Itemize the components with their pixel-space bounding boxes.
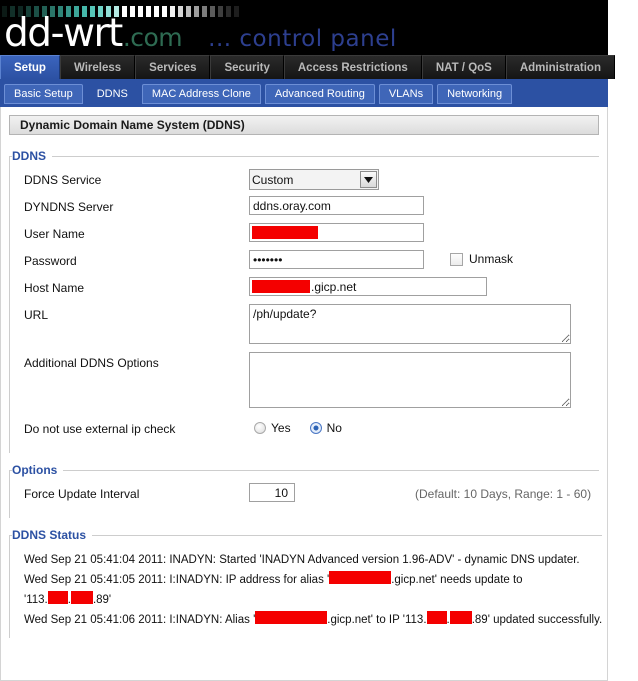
row-additional-options: Additional DDNS Options — [10, 352, 599, 408]
user-name-input[interactable] — [249, 223, 424, 242]
ddns-section-legend: DDNS — [12, 149, 47, 163]
row-dyndns-server: DYNDNS Server — [10, 196, 599, 223]
redacted-text — [255, 611, 328, 624]
row-url: URL /ph/update? — [10, 304, 599, 344]
ddns-section: DDNS DDNS Service Custom DYNDNS Server d… — [9, 149, 599, 453]
radio-yes-label: Yes — [271, 421, 291, 435]
sub-tab-ddns[interactable]: DDNS — [86, 84, 138, 104]
sub-tab-vlans[interactable]: VLANs — [378, 84, 434, 104]
ddns-service-select[interactable]: Custom — [249, 169, 379, 190]
sub-tab-advanced-routing[interactable]: Advanced Routing — [264, 84, 375, 104]
status-log-line: Wed Sep 21 05:41:06 2011: I:INADYN: Alia… — [24, 610, 602, 630]
external-ip-check-yes[interactable]: Yes — [249, 421, 291, 435]
options-section-legend: Options — [12, 463, 58, 477]
force-update-interval-hint: (Default: 10 Days, Range: 1 - 60) — [415, 487, 592, 501]
unmask-checkbox-group[interactable]: Unmask — [444, 250, 513, 266]
host-name-input[interactable]: .gicp.net — [249, 277, 487, 296]
sub-tab-mac-address-clone[interactable]: MAC Address Clone — [141, 84, 261, 104]
row-force-update-interval: Force Update Interval (Default: 10 Days,… — [10, 483, 599, 510]
content-area: Dynamic Domain Name System (DDNS) DDNS D… — [0, 107, 608, 681]
unmask-checkbox[interactable] — [450, 252, 463, 266]
host-name-suffix: .gicp.net — [311, 279, 357, 294]
row-user-name: User Name — [10, 223, 599, 250]
redacted-text — [329, 571, 392, 584]
url-label: URL — [24, 308, 49, 322]
logo-main-text: dd-wrt — [4, 11, 123, 55]
user-name-label: User Name — [24, 227, 85, 241]
main-tab-administration[interactable]: Administration — [505, 55, 615, 79]
redacted-username — [252, 226, 318, 239]
ddns-status-legend: DDNS Status — [12, 528, 87, 542]
ddns-status-log: Wed Sep 21 05:41:04 2011: INADYN: Starte… — [10, 548, 602, 630]
main-tab-setup[interactable]: Setup — [0, 55, 60, 79]
sub-tab-bar: Basic Setup DDNS MAC Address Clone Advanced… — [0, 81, 608, 107]
row-ddns-service: DDNS Service Custom — [10, 169, 599, 196]
external-ip-check-radios: Yes No — [249, 418, 356, 435]
main-tab-access-restrictions[interactable]: Access Restrictions — [283, 55, 422, 79]
status-log-line: Wed Sep 21 05:41:04 2011: INADYN: Starte… — [24, 554, 580, 566]
sub-tab-basic-setup[interactable]: Basic Setup — [4, 84, 83, 104]
redacted-text — [70, 591, 93, 604]
radio-no[interactable] — [309, 422, 322, 434]
logo-tld-text: .com — [122, 23, 183, 52]
force-update-interval-label: Force Update Interval — [24, 487, 140, 501]
external-ip-check-no[interactable]: No — [305, 421, 342, 435]
additional-options-label: Additional DDNS Options — [24, 356, 159, 370]
row-host-name: Host Name .gicp.net — [10, 277, 599, 304]
host-name-label: Host Name — [24, 281, 85, 295]
main-tab-nat-qos[interactable]: NAT / QoS — [421, 55, 506, 79]
main-tab-bar: Setup Wireless Services Security Access Rest… — [0, 55, 615, 81]
redacted-text — [426, 611, 447, 624]
redacted-text — [47, 591, 68, 604]
redacted-text — [449, 611, 472, 624]
sub-tab-networking[interactable]: Networking — [437, 84, 513, 104]
password-label: Password — [24, 254, 77, 268]
logo-tagline-text: ... control panel — [208, 26, 397, 52]
main-tab-services[interactable]: Services — [135, 55, 211, 79]
redacted-hostname — [252, 280, 310, 293]
status-log-line: '113.. .89' — [24, 590, 602, 610]
external-ip-check-label: Do not use external ip check — [24, 422, 176, 436]
dd-wrt-control-panel: dd-wrt .com ... control panel Setup Wirel… — [0, 0, 638, 681]
dyndns-server-label: DYNDNS Server — [24, 200, 114, 214]
options-section: Options Force Update Interval (Default: … — [9, 463, 599, 518]
ddns-status-section: DDNS Status Wed Sep 21 05:41:04 2011: IN… — [9, 528, 603, 638]
radio-no-label: No — [326, 421, 342, 435]
unmask-label: Unmask — [469, 252, 514, 266]
status-log-line: Wed Sep 21 05:41:05 2011: I:INADYN: IP a… — [24, 570, 602, 590]
password-input[interactable] — [249, 250, 424, 269]
additional-options-textarea[interactable] — [249, 352, 571, 408]
ddns-service-label: DDNS Service — [24, 173, 102, 187]
force-update-interval-input[interactable] — [249, 483, 295, 502]
main-tab-security[interactable]: Security — [210, 55, 284, 79]
row-external-ip-check: Do not use external ip check Yes No — [10, 418, 599, 445]
radio-yes[interactable] — [254, 422, 266, 434]
dyndns-server-input[interactable] — [249, 196, 424, 215]
row-password: Password Unmask — [10, 250, 599, 277]
url-textarea[interactable]: /ph/update? — [249, 304, 571, 344]
site-banner: dd-wrt .com ... control panel — [0, 0, 608, 55]
page-title: Dynamic Domain Name System (DDNS) — [9, 115, 599, 135]
main-tab-wireless[interactable]: Wireless — [59, 55, 136, 79]
dd-wrt-logo: dd-wrt .com ... control panel — [4, 14, 397, 53]
